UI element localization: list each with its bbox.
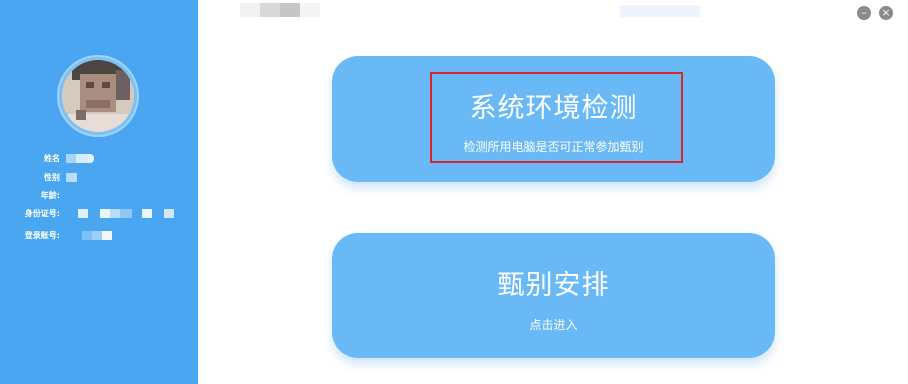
login-account-row: 登录账号: [0, 229, 198, 241]
gender-label: 性别 [44, 172, 60, 182]
gender-row: 性别 [0, 171, 198, 183]
close-button[interactable]: × [879, 6, 893, 20]
header-placeholder [620, 5, 700, 17]
name-value [66, 153, 94, 163]
highlight-box [430, 72, 683, 163]
id-number-value [66, 208, 174, 218]
card-title: 甄别安排 [497, 270, 610, 301]
id-number-row: 身份证号: [0, 207, 198, 219]
login-account-value [82, 230, 112, 240]
name-label: 姓名 [44, 153, 60, 163]
minimize-button[interactable]: – [857, 6, 871, 20]
title-placeholder [240, 3, 320, 17]
id-number-label: 身份证号: [24, 208, 60, 218]
age-label: 年龄: [40, 190, 60, 200]
sidebar: 姓名 性别 年龄: 身份证号: 登录账号: [0, 0, 198, 384]
avatar [62, 60, 134, 132]
exam-arrangement-card[interactable]: 甄别安排 点击进入 [332, 233, 775, 358]
gender-value [66, 172, 77, 182]
login-account-label: 登录账号: [24, 230, 60, 240]
avatar-frame [57, 55, 139, 137]
name-row: 姓名 [0, 152, 198, 164]
card-subtitle: 点击进入 [529, 318, 578, 332]
age-row: 年龄: [0, 189, 198, 201]
